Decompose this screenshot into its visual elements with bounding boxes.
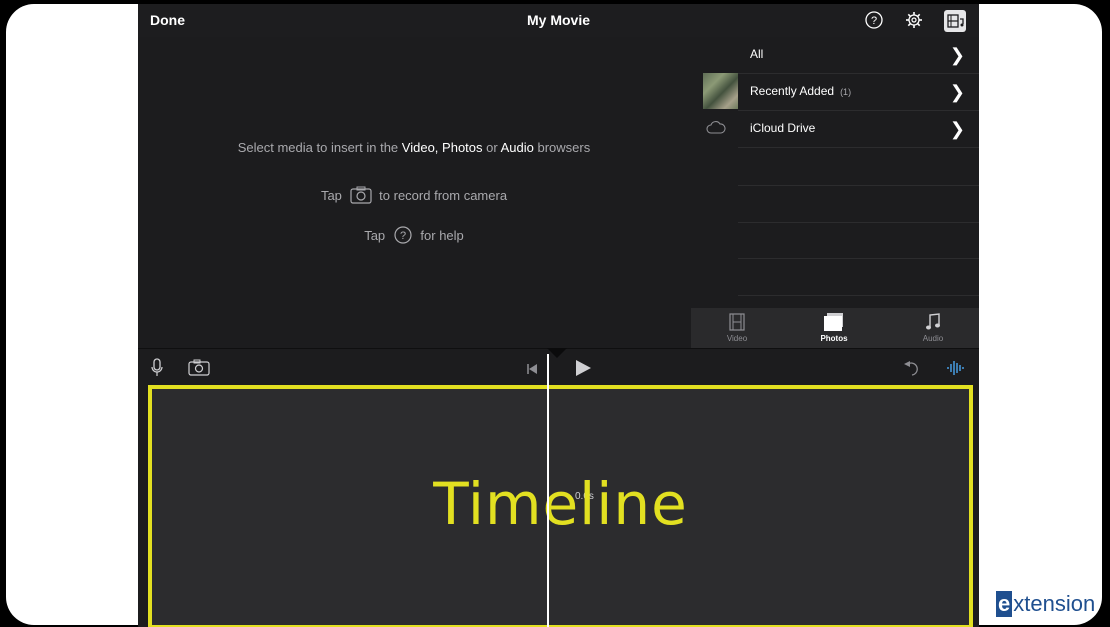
- hint-photos: Photos: [442, 140, 483, 155]
- hint-camera-text: to record from camera: [379, 187, 508, 203]
- hint-help-text: for help: [420, 227, 464, 243]
- viewer-hint-camera: Tap to record from camera: [138, 186, 690, 207]
- browser-row-label: Recently Added (1): [750, 84, 852, 98]
- browser-row-label: All: [750, 47, 764, 61]
- media-browser-icon[interactable]: [944, 10, 966, 32]
- viewer-panel: Select media to insert in the Video, Pho…: [138, 37, 690, 348]
- hint-audio: Audio: [500, 140, 534, 155]
- timeline-annotation-label: Timeline: [433, 470, 688, 538]
- tab-label: Audio: [922, 334, 944, 343]
- extension-logo: e xtension: [996, 591, 1095, 617]
- svg-text:?: ?: [871, 15, 877, 27]
- skip-to-start-icon[interactable]: [526, 362, 538, 380]
- hint-or: or: [486, 140, 498, 155]
- browser-row-all[interactable]: All ❯: [738, 37, 979, 74]
- divider: [738, 258, 979, 259]
- logo-text: xtension: [1013, 591, 1096, 616]
- camera-icon[interactable]: [188, 359, 210, 382]
- chevron-right-icon: ❯: [949, 45, 965, 65]
- browser-row-label: iCloud Drive: [750, 121, 816, 135]
- music-note-icon: [926, 313, 940, 330]
- tab-photos[interactable]: Photos: [804, 312, 864, 343]
- tab-video[interactable]: Video: [707, 312, 767, 343]
- tab-label: Video: [726, 334, 748, 343]
- playhead-notch: [547, 348, 567, 358]
- hint-suffix: browsers: [537, 140, 591, 155]
- undo-icon[interactable]: [902, 359, 922, 382]
- tab-label: Photos: [820, 334, 848, 343]
- top-bar: Done My Movie ?: [138, 4, 979, 37]
- divider: [738, 295, 979, 296]
- cloud-icon: [706, 121, 726, 140]
- photos-icon: [824, 313, 843, 331]
- microphone-icon[interactable]: [150, 358, 164, 383]
- browser-row-icloud-drive[interactable]: iCloud Drive ❯: [738, 111, 979, 148]
- browser-row-count: (1): [840, 87, 852, 97]
- hint-tap: Tap: [320, 187, 342, 203]
- viewer-hint-help: Tap ? for help: [138, 225, 690, 248]
- project-title: My Movie: [526, 12, 590, 28]
- browser-tab-bar: Video Photos Audio: [691, 308, 979, 348]
- hint-video: Video: [401, 140, 435, 155]
- browser-row-recently-added[interactable]: Recently Added (1) ❯: [738, 74, 979, 111]
- playhead[interactable]: [547, 354, 549, 627]
- divider: [738, 185, 979, 186]
- recent-photo-thumbnail: [703, 73, 738, 109]
- audio-waveform-icon[interactable]: [946, 358, 966, 383]
- tab-audio[interactable]: Audio: [903, 312, 963, 343]
- chevron-right-icon: ❯: [949, 82, 965, 102]
- divider: [738, 222, 979, 223]
- chevron-right-icon: ❯: [949, 119, 965, 139]
- help-icon[interactable]: ?: [864, 10, 886, 32]
- viewer-hint-media: Select media to insert in the Video, Pho…: [138, 140, 690, 155]
- media-browser: All ❯ Recently Added (1) ❯ iCloud Drive ❯…: [691, 37, 979, 348]
- hint-text: Select media to insert in the: [237, 140, 399, 155]
- imovie-app: Done My Movie ? Select media to insert i…: [138, 4, 979, 627]
- help-icon: ?: [393, 225, 413, 248]
- camera-icon: [349, 186, 372, 207]
- svg-text:?: ?: [400, 230, 406, 242]
- film-icon: [729, 313, 745, 331]
- play-icon[interactable]: [574, 359, 592, 382]
- settings-icon[interactable]: [904, 10, 926, 32]
- thumbnail-column: [691, 37, 738, 308]
- logo-letter: e: [996, 591, 1013, 617]
- timeline-area[interactable]: 0.0s Timeline: [148, 385, 973, 627]
- hint-tap: Tap: [364, 227, 386, 243]
- hint-comma: ,: [434, 140, 439, 155]
